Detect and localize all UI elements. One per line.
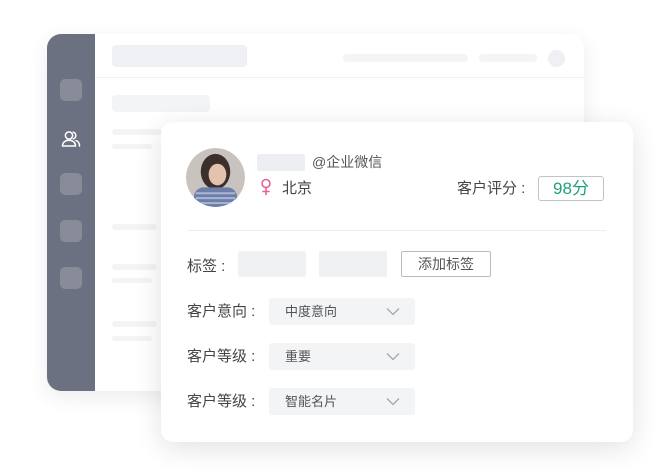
users-icon[interactable] bbox=[60, 128, 82, 150]
card-type-select-value: 智能名片 bbox=[285, 394, 338, 409]
intent-label: 客户意向 : bbox=[187, 303, 256, 320]
level-label-2: 客户等级 : bbox=[187, 393, 256, 410]
content-placeholder-2 bbox=[112, 129, 162, 135]
customer-profile-card: @企业微信 北京 客户评分 : 98分 标签 : 添加标签 客户意向 : 中度意… bbox=[161, 122, 633, 442]
header-placeholder-2 bbox=[479, 54, 537, 62]
chevron-down-icon bbox=[386, 353, 400, 361]
sidebar-item-1[interactable] bbox=[60, 79, 82, 101]
header-divider bbox=[95, 77, 584, 78]
title-placeholder bbox=[112, 45, 247, 67]
female-icon bbox=[261, 178, 271, 196]
intent-select-value: 中度意向 bbox=[285, 304, 338, 319]
level-label: 客户等级 : bbox=[187, 348, 256, 365]
chevron-down-icon bbox=[386, 308, 400, 316]
tags-label: 标签 : bbox=[187, 258, 226, 275]
sidebar-item-3[interactable] bbox=[60, 173, 82, 195]
content-placeholder-5 bbox=[112, 264, 157, 270]
card-type-select[interactable]: 智能名片 bbox=[269, 388, 415, 415]
chevron-down-icon bbox=[386, 398, 400, 406]
customer-avatar bbox=[186, 148, 245, 207]
card-divider bbox=[188, 230, 606, 231]
content-placeholder-4 bbox=[112, 224, 157, 230]
avatar-placeholder bbox=[548, 50, 565, 67]
score-label: 客户评分 : bbox=[457, 180, 526, 197]
content-placeholder-7 bbox=[112, 321, 157, 327]
header-placeholder-1 bbox=[343, 54, 468, 62]
sidebar-item-4[interactable] bbox=[60, 220, 82, 242]
customer-city: 北京 bbox=[282, 180, 313, 197]
content-placeholder-8 bbox=[112, 336, 152, 341]
sidebar-item-5[interactable] bbox=[60, 267, 82, 289]
content-placeholder-6 bbox=[112, 278, 152, 283]
intent-select[interactable]: 中度意向 bbox=[269, 298, 415, 325]
tag-chip-1[interactable] bbox=[238, 251, 306, 277]
sidebar bbox=[47, 34, 95, 391]
customer-name-placeholder bbox=[257, 154, 305, 171]
score-badge: 98分 bbox=[538, 176, 604, 201]
content-placeholder-3 bbox=[112, 144, 152, 149]
wecom-tag: @企业微信 bbox=[312, 154, 383, 170]
level-select-value: 重要 bbox=[285, 349, 312, 364]
content-placeholder-1 bbox=[112, 95, 210, 112]
add-tag-button[interactable]: 添加标签 bbox=[401, 251, 491, 277]
tag-chip-2[interactable] bbox=[319, 251, 387, 277]
level-select[interactable]: 重要 bbox=[269, 343, 415, 370]
